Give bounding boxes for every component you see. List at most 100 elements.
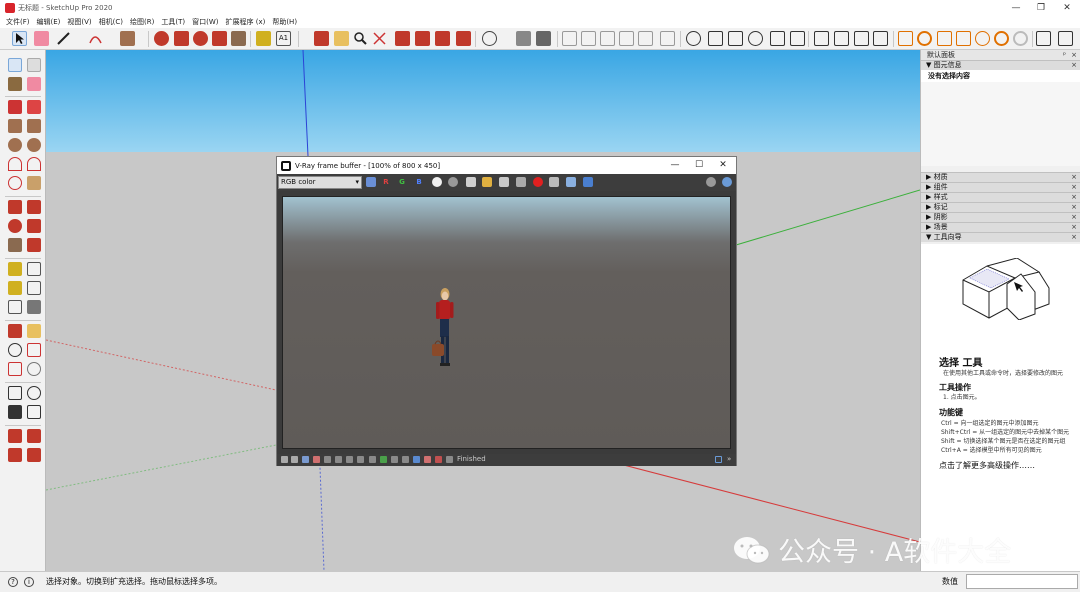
offset-icon[interactable]: [27, 238, 41, 252]
vfb-minimize-button[interactable]: —: [663, 158, 687, 172]
region-render-icon[interactable]: [549, 177, 559, 187]
status-icon[interactable]: [335, 456, 342, 463]
position-camera-icon[interactable]: [8, 386, 22, 400]
stop-render-icon[interactable]: [533, 177, 543, 187]
sun-light-icon[interactable]: [975, 31, 990, 46]
account-icon[interactable]: [482, 31, 497, 46]
interactive-render-icon[interactable]: [708, 31, 723, 46]
front-view-icon[interactable]: [600, 31, 615, 46]
status-icon[interactable]: [413, 456, 420, 463]
layout-send-icon[interactable]: [27, 448, 41, 462]
expand-icon[interactable]: »: [727, 456, 734, 463]
text-tool-icon[interactable]: A1: [276, 31, 291, 46]
advanced-operations-link[interactable]: 点击了解更多高级操作……: [939, 460, 1035, 471]
panel-close-icon[interactable]: ×: [1071, 183, 1077, 192]
green-channel-button[interactable]: G: [397, 177, 407, 187]
history-icon[interactable]: [706, 177, 716, 187]
omni-light-icon[interactable]: [898, 31, 913, 46]
outliner-icon[interactable]: [516, 31, 531, 46]
protractor-icon[interactable]: [8, 281, 22, 295]
push-pull-tool-icon[interactable]: [174, 31, 189, 46]
select-tool-icon[interactable]: [8, 58, 22, 72]
dome-icon[interactable]: [994, 31, 1009, 46]
menu-camera[interactable]: 相机(C): [99, 17, 123, 27]
info-icon[interactable]: i: [24, 577, 34, 587]
layout-icon[interactable]: [456, 31, 471, 46]
status-icon[interactable]: [369, 456, 376, 463]
extension-warehouse-icon[interactable]: [435, 31, 450, 46]
follow-me-tool-icon[interactable]: [212, 31, 227, 46]
eraser-tool-icon[interactable]: [34, 31, 49, 46]
menu-help[interactable]: 帮助(H): [272, 17, 297, 27]
share-model-icon[interactable]: [415, 31, 430, 46]
scale-tool-icon[interactable]: [231, 31, 246, 46]
vray-frame-buffer-window[interactable]: V-Ray frame buffer - [100% of 800 x 450]…: [276, 156, 737, 466]
zoom-extents-icon[interactable]: [8, 362, 22, 376]
status-icon[interactable]: [324, 456, 331, 463]
menu-extensions[interactable]: 扩展程序 (x): [225, 17, 265, 27]
three-point-arc-icon[interactable]: [8, 176, 22, 190]
spot-light-icon[interactable]: [937, 31, 952, 46]
pan-tool-icon[interactable]: [334, 31, 349, 46]
panel-components[interactable]: ▶ 组件 ×: [921, 182, 1080, 192]
line-icon[interactable]: [8, 100, 22, 114]
close-button[interactable]: ✕: [1054, 0, 1080, 16]
dome-light-icon[interactable]: [854, 31, 869, 46]
status-icon[interactable]: [346, 456, 353, 463]
channel-select[interactable]: RGB color ▾: [278, 176, 362, 189]
save-image-icon[interactable]: [466, 177, 476, 187]
asset-editor-icon[interactable]: [790, 31, 805, 46]
status-icon[interactable]: [435, 456, 442, 463]
walk-icon[interactable]: [8, 405, 22, 419]
geolocation-icon[interactable]: ?: [8, 577, 18, 587]
back-view-icon[interactable]: [638, 31, 653, 46]
rectangle-icon[interactable]: [8, 119, 22, 133]
eraser-icon[interactable]: [27, 77, 41, 91]
previous-view-icon[interactable]: [27, 362, 41, 376]
panel-tags[interactable]: ▶ 标记 ×: [921, 202, 1080, 212]
alpha-white-icon[interactable]: [432, 177, 442, 187]
color-picker-icon[interactable]: [366, 177, 376, 187]
pan-icon[interactable]: [27, 324, 41, 338]
look-around-icon[interactable]: [27, 386, 41, 400]
select-tool-icon[interactable]: [12, 31, 27, 46]
panel-toggle-icon[interactable]: [715, 456, 722, 463]
share-model-icon[interactable]: [27, 429, 41, 443]
menu-file[interactable]: 文件(F): [6, 17, 30, 27]
panel-styles[interactable]: ▶ 样式 ×: [921, 192, 1080, 202]
follow-me-icon[interactable]: [27, 219, 41, 233]
arc-icon[interactable]: [8, 157, 22, 171]
menu-draw[interactable]: 绘图(R): [130, 17, 154, 27]
two-point-arc-icon[interactable]: [27, 157, 41, 171]
status-icon[interactable]: [424, 456, 431, 463]
extension-warehouse-icon[interactable]: [8, 448, 22, 462]
vfb-maximize-button[interactable]: ☐: [687, 158, 711, 172]
status-icon[interactable]: [402, 456, 409, 463]
entity-info-header[interactable]: ▼ 图元信息 ×: [921, 60, 1080, 70]
frame-buffer-icon[interactable]: [770, 31, 785, 46]
clear-image-icon[interactable]: [499, 177, 509, 187]
tape-measure-icon[interactable]: [256, 31, 271, 46]
status-icon[interactable]: [291, 456, 298, 463]
red-channel-button[interactable]: R: [381, 177, 391, 187]
panel-close-icon[interactable]: ×: [1071, 61, 1077, 70]
push-pull-icon[interactable]: [27, 200, 41, 214]
infinite-plane-icon[interactable]: [873, 31, 888, 46]
axes-icon[interactable]: [8, 300, 22, 314]
panel-close-icon[interactable]: ×: [1071, 193, 1077, 202]
panel-close-icon[interactable]: ×: [1071, 203, 1077, 212]
iso-view-icon[interactable]: [562, 31, 577, 46]
circle-icon[interactable]: [8, 138, 22, 152]
panel-close-icon[interactable]: ×: [1071, 233, 1077, 242]
vfb-settings-icon[interactable]: [583, 177, 593, 187]
status-icon[interactable]: [302, 456, 309, 463]
right-view-icon[interactable]: [619, 31, 634, 46]
dimension-icon[interactable]: [27, 262, 41, 276]
measurements-input[interactable]: [966, 574, 1078, 589]
warehouse-icon[interactable]: [8, 429, 22, 443]
mesh-light-icon[interactable]: [1013, 31, 1028, 46]
clipper-icon[interactable]: [1058, 31, 1073, 46]
warehouse-icon[interactable]: [395, 31, 410, 46]
arc-tool-icon[interactable]: [88, 31, 103, 46]
polygon-icon[interactable]: [27, 138, 41, 152]
